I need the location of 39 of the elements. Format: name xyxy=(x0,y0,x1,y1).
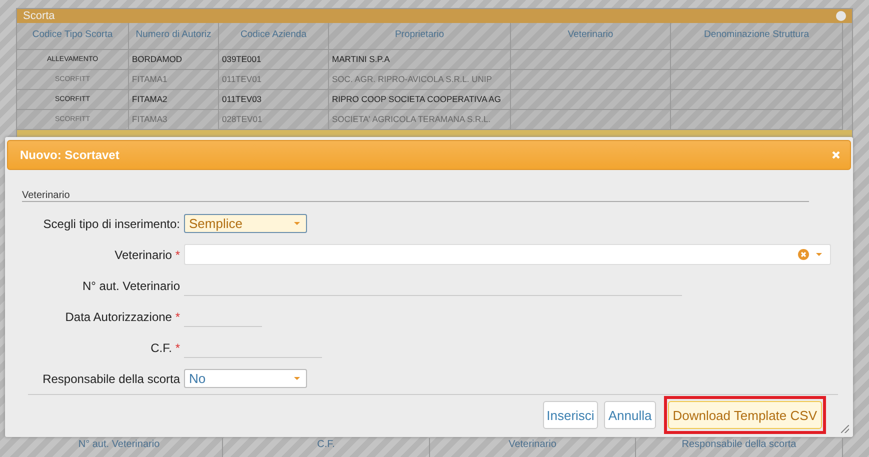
column-header[interactable]: N° aut. Veterinario xyxy=(16,438,223,457)
field-label: Veterinario * xyxy=(114,248,181,262)
table-cell: 011TEV03 xyxy=(219,90,329,110)
dialog-title: Nuovo: Scortavet xyxy=(20,148,120,162)
table-cell: 011TEV01 xyxy=(219,70,329,90)
column-header[interactable]: Denominazione Struttura xyxy=(671,23,843,50)
dialog-button[interactable]: Annulla xyxy=(604,401,656,429)
field-label: Scegli tipo di inserimento: xyxy=(42,216,181,230)
dialog-button[interactable]: Inserisci xyxy=(542,401,598,429)
field-label: Data Autorizzazione * xyxy=(64,310,181,324)
collapse-icon[interactable] xyxy=(836,11,846,21)
table-cell: FITAMA2 xyxy=(129,90,219,110)
column-header[interactable]: C.F. xyxy=(223,438,430,457)
caret-icon[interactable] xyxy=(816,253,822,256)
section-title: Veterinario xyxy=(22,190,809,202)
field-label: N° aut. Veterinario xyxy=(81,278,181,292)
panel-title: Scorta xyxy=(23,10,55,22)
field-label: C.F. * xyxy=(150,340,181,354)
table-cell: RIPRO COOP SOCIETA COOPERATIVA AG xyxy=(329,90,511,110)
table-cell: BORDAMOD xyxy=(129,50,219,70)
column-header[interactable]: Responsabile della scorta xyxy=(636,438,843,457)
table-cell: MARTINI S.P.A xyxy=(329,50,511,70)
column-header[interactable]: Veterinario xyxy=(430,438,636,457)
close-icon[interactable] xyxy=(832,151,840,159)
combo-field[interactable] xyxy=(184,244,831,265)
download-button[interactable]: Download Template CSV xyxy=(668,401,822,429)
clear-icon[interactable] xyxy=(798,249,809,260)
column-header[interactable]: Proprietario xyxy=(329,23,511,50)
column-header[interactable]: Codice Tipo Scorta xyxy=(17,23,129,50)
field-label: Responsabile della scorta xyxy=(42,372,181,386)
table-cell: SOC. AGR. RIPRO-AVICOLA S.R.L. UNIP xyxy=(329,70,511,90)
column-header[interactable]: Numero di Autoriz xyxy=(129,23,219,50)
table-cell: 039TE001 xyxy=(219,50,329,70)
column-header[interactable]: Codice Azienda xyxy=(219,23,329,50)
resize-handle[interactable] xyxy=(841,425,849,433)
table-cell: FITAMA1 xyxy=(129,70,219,90)
column-header[interactable]: Veterinario xyxy=(511,23,671,50)
dropdown[interactable]: No xyxy=(184,369,307,388)
dropdown[interactable]: Semplice xyxy=(184,214,307,233)
